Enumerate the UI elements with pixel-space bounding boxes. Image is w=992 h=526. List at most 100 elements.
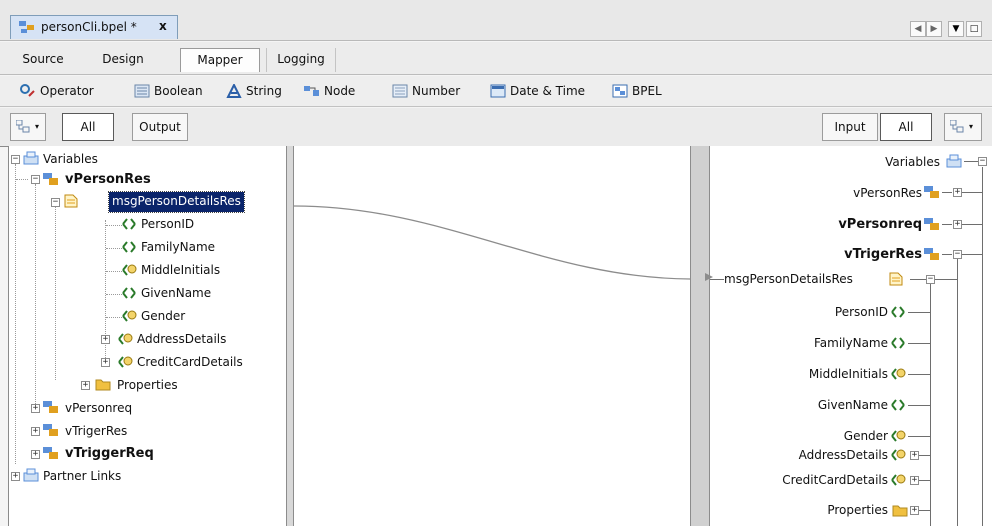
collapse-toggle[interactable]: − xyxy=(51,198,60,207)
expand-toggle[interactable]: + xyxy=(31,427,40,436)
variable-icon xyxy=(43,401,58,413)
expand-toggle[interactable]: + xyxy=(910,476,919,485)
element-icon xyxy=(891,399,905,411)
expand-toggle[interactable]: + xyxy=(11,472,20,481)
close-tab-icon[interactable]: x xyxy=(159,19,167,33)
maximize-icon[interactable]: □ xyxy=(966,21,982,37)
tree-node-msgpersondetailsres[interactable]: msgPersonDetailsRes xyxy=(108,191,245,213)
tree-node-creditcarddetails[interactable]: CreditCardDetails xyxy=(137,353,243,373)
scroll-tabs-left-icon[interactable]: ◀ xyxy=(910,21,926,37)
left-all-button[interactable]: All xyxy=(62,113,114,141)
tree-view-toggles: ▾ All Output Input All ▾ xyxy=(0,108,992,147)
variable-icon xyxy=(43,173,58,185)
mapping-canvas[interactable] xyxy=(294,146,690,526)
tree-node-vpersonreq[interactable]: vPersonreq xyxy=(838,216,922,236)
tree-node-addressdetails[interactable]: AddressDetails xyxy=(137,330,226,350)
tree-node-middleinitials[interactable]: MiddleInitials xyxy=(141,261,220,281)
element-icon xyxy=(891,306,905,318)
editor-tab-strip: personCli.bpel * x ◀ ▶ ▼ □ xyxy=(0,0,992,41)
variable-icon xyxy=(43,447,58,459)
tree-node-vpersonres[interactable]: vPersonRes xyxy=(65,171,151,191)
tree-node-creditcarddetails[interactable]: CreditCardDetails xyxy=(782,471,888,491)
tree-node-properties[interactable]: Properties xyxy=(117,376,178,396)
tree-node-personid[interactable]: PersonID xyxy=(141,215,194,235)
palette-date-time[interactable]: Date & Time xyxy=(490,82,585,102)
mapper-palette: Operator Boolean String Node Number Date… xyxy=(0,76,992,107)
palette-string[interactable]: String xyxy=(226,82,282,102)
tree-node-variables[interactable]: Variables xyxy=(885,153,940,173)
variable-icon xyxy=(924,248,939,260)
palette-bpel[interactable]: BPEL xyxy=(612,82,662,102)
tree-node-vpersonres[interactable]: vPersonRes xyxy=(853,184,922,204)
tree-node-variables[interactable]: Variables xyxy=(43,150,98,170)
variable-icon xyxy=(924,186,939,198)
left-splitter[interactable] xyxy=(286,146,294,526)
tree-node-personid[interactable]: PersonID xyxy=(835,303,888,323)
string-icon xyxy=(226,84,242,98)
palette-node[interactable]: Node xyxy=(304,82,355,102)
optional-element-icon xyxy=(118,356,133,368)
optional-element-icon xyxy=(118,333,133,345)
expand-toggle[interactable]: + xyxy=(31,450,40,459)
tab-source[interactable]: Source xyxy=(8,48,78,72)
tree-node-vtriggerreq[interactable]: vTriggerReq xyxy=(65,445,154,465)
scroll-tabs-right-icon[interactable]: ▶ xyxy=(926,21,942,37)
palette-number[interactable]: Number xyxy=(392,82,460,102)
expand-toggle[interactable]: + xyxy=(101,335,110,344)
collapse-toggle[interactable]: − xyxy=(11,155,20,164)
left-tree-options-button[interactable]: ▾ xyxy=(10,113,46,141)
expand-toggle[interactable]: + xyxy=(101,358,110,367)
palette-boolean[interactable]: Boolean xyxy=(134,82,203,102)
target-variables-tree: Variables − vPersonRes + vPersonreq + vT… xyxy=(710,146,992,526)
element-icon xyxy=(122,287,136,299)
tree-node-familyname[interactable]: FamilyName xyxy=(141,238,215,258)
collapse-toggle[interactable]: − xyxy=(953,250,962,259)
optional-element-icon xyxy=(122,264,137,276)
source-variables-tree: − Variables − vPersonRes − msgPersonDeta… xyxy=(8,146,287,526)
tree-node-gender[interactable]: Gender xyxy=(141,307,185,327)
palette-operator[interactable]: Operator xyxy=(20,82,94,102)
tree-node-partner-links[interactable]: Partner Links xyxy=(43,467,121,487)
tab-mapper[interactable]: Mapper xyxy=(180,48,260,72)
chevron-down-icon: ▾ xyxy=(35,122,40,131)
tab-logging[interactable]: Logging xyxy=(266,48,336,72)
variables-folder-icon xyxy=(946,154,962,168)
node-icon xyxy=(304,86,319,96)
collapse-toggle[interactable]: − xyxy=(31,175,40,184)
collapse-toggle[interactable]: − xyxy=(926,275,935,284)
tree-node-vpersonreq[interactable]: vPersonreq xyxy=(65,399,132,419)
tree-node-vtrigerres[interactable]: vTrigerRes xyxy=(844,246,922,266)
tree-node-familyname[interactable]: FamilyName xyxy=(814,334,888,354)
partner-links-icon xyxy=(23,468,39,482)
right-input-button[interactable]: Input xyxy=(822,113,878,141)
variables-folder-icon xyxy=(23,151,39,165)
tab-design[interactable]: Design xyxy=(88,48,158,72)
right-all-button[interactable]: All xyxy=(880,113,932,141)
expand-toggle[interactable]: + xyxy=(953,220,962,229)
file-tab[interactable]: personCli.bpel * x xyxy=(10,15,178,39)
expand-toggle[interactable]: + xyxy=(910,451,919,460)
number-icon xyxy=(392,84,408,98)
tree-node-gender[interactable]: Gender xyxy=(844,427,888,447)
tree-node-givenname[interactable]: GivenName xyxy=(141,284,211,304)
tree-node-middleinitials[interactable]: MiddleInitials xyxy=(809,365,888,385)
right-tree-options-button[interactable]: ▾ xyxy=(944,113,982,141)
tree-node-givenname[interactable]: GivenName xyxy=(818,396,888,416)
expand-toggle[interactable]: + xyxy=(81,381,90,390)
tree-node-vtrigerres[interactable]: vTrigerRes xyxy=(65,422,127,442)
tree-node-properties[interactable]: Properties xyxy=(827,501,888,521)
right-splitter[interactable] xyxy=(690,146,710,526)
tree-node-msgpersondetailsres[interactable]: msgPersonDetailsRes xyxy=(724,270,853,290)
left-output-button[interactable]: Output xyxy=(132,113,188,141)
expand-toggle[interactable]: + xyxy=(31,404,40,413)
file-tab-title: personCli.bpel * xyxy=(41,20,137,34)
expand-toggle[interactable]: + xyxy=(953,188,962,197)
collapse-toggle[interactable]: − xyxy=(978,157,987,166)
message-part-icon xyxy=(64,194,78,208)
optional-element-icon xyxy=(891,474,906,486)
tree-node-addressdetails[interactable]: AddressDetails xyxy=(799,446,888,466)
tab-list-dropdown-icon[interactable]: ▼ xyxy=(948,21,964,37)
mapping-link[interactable] xyxy=(294,146,690,526)
expand-toggle[interactable]: + xyxy=(910,506,919,515)
chevron-down-icon: ▾ xyxy=(969,122,974,131)
